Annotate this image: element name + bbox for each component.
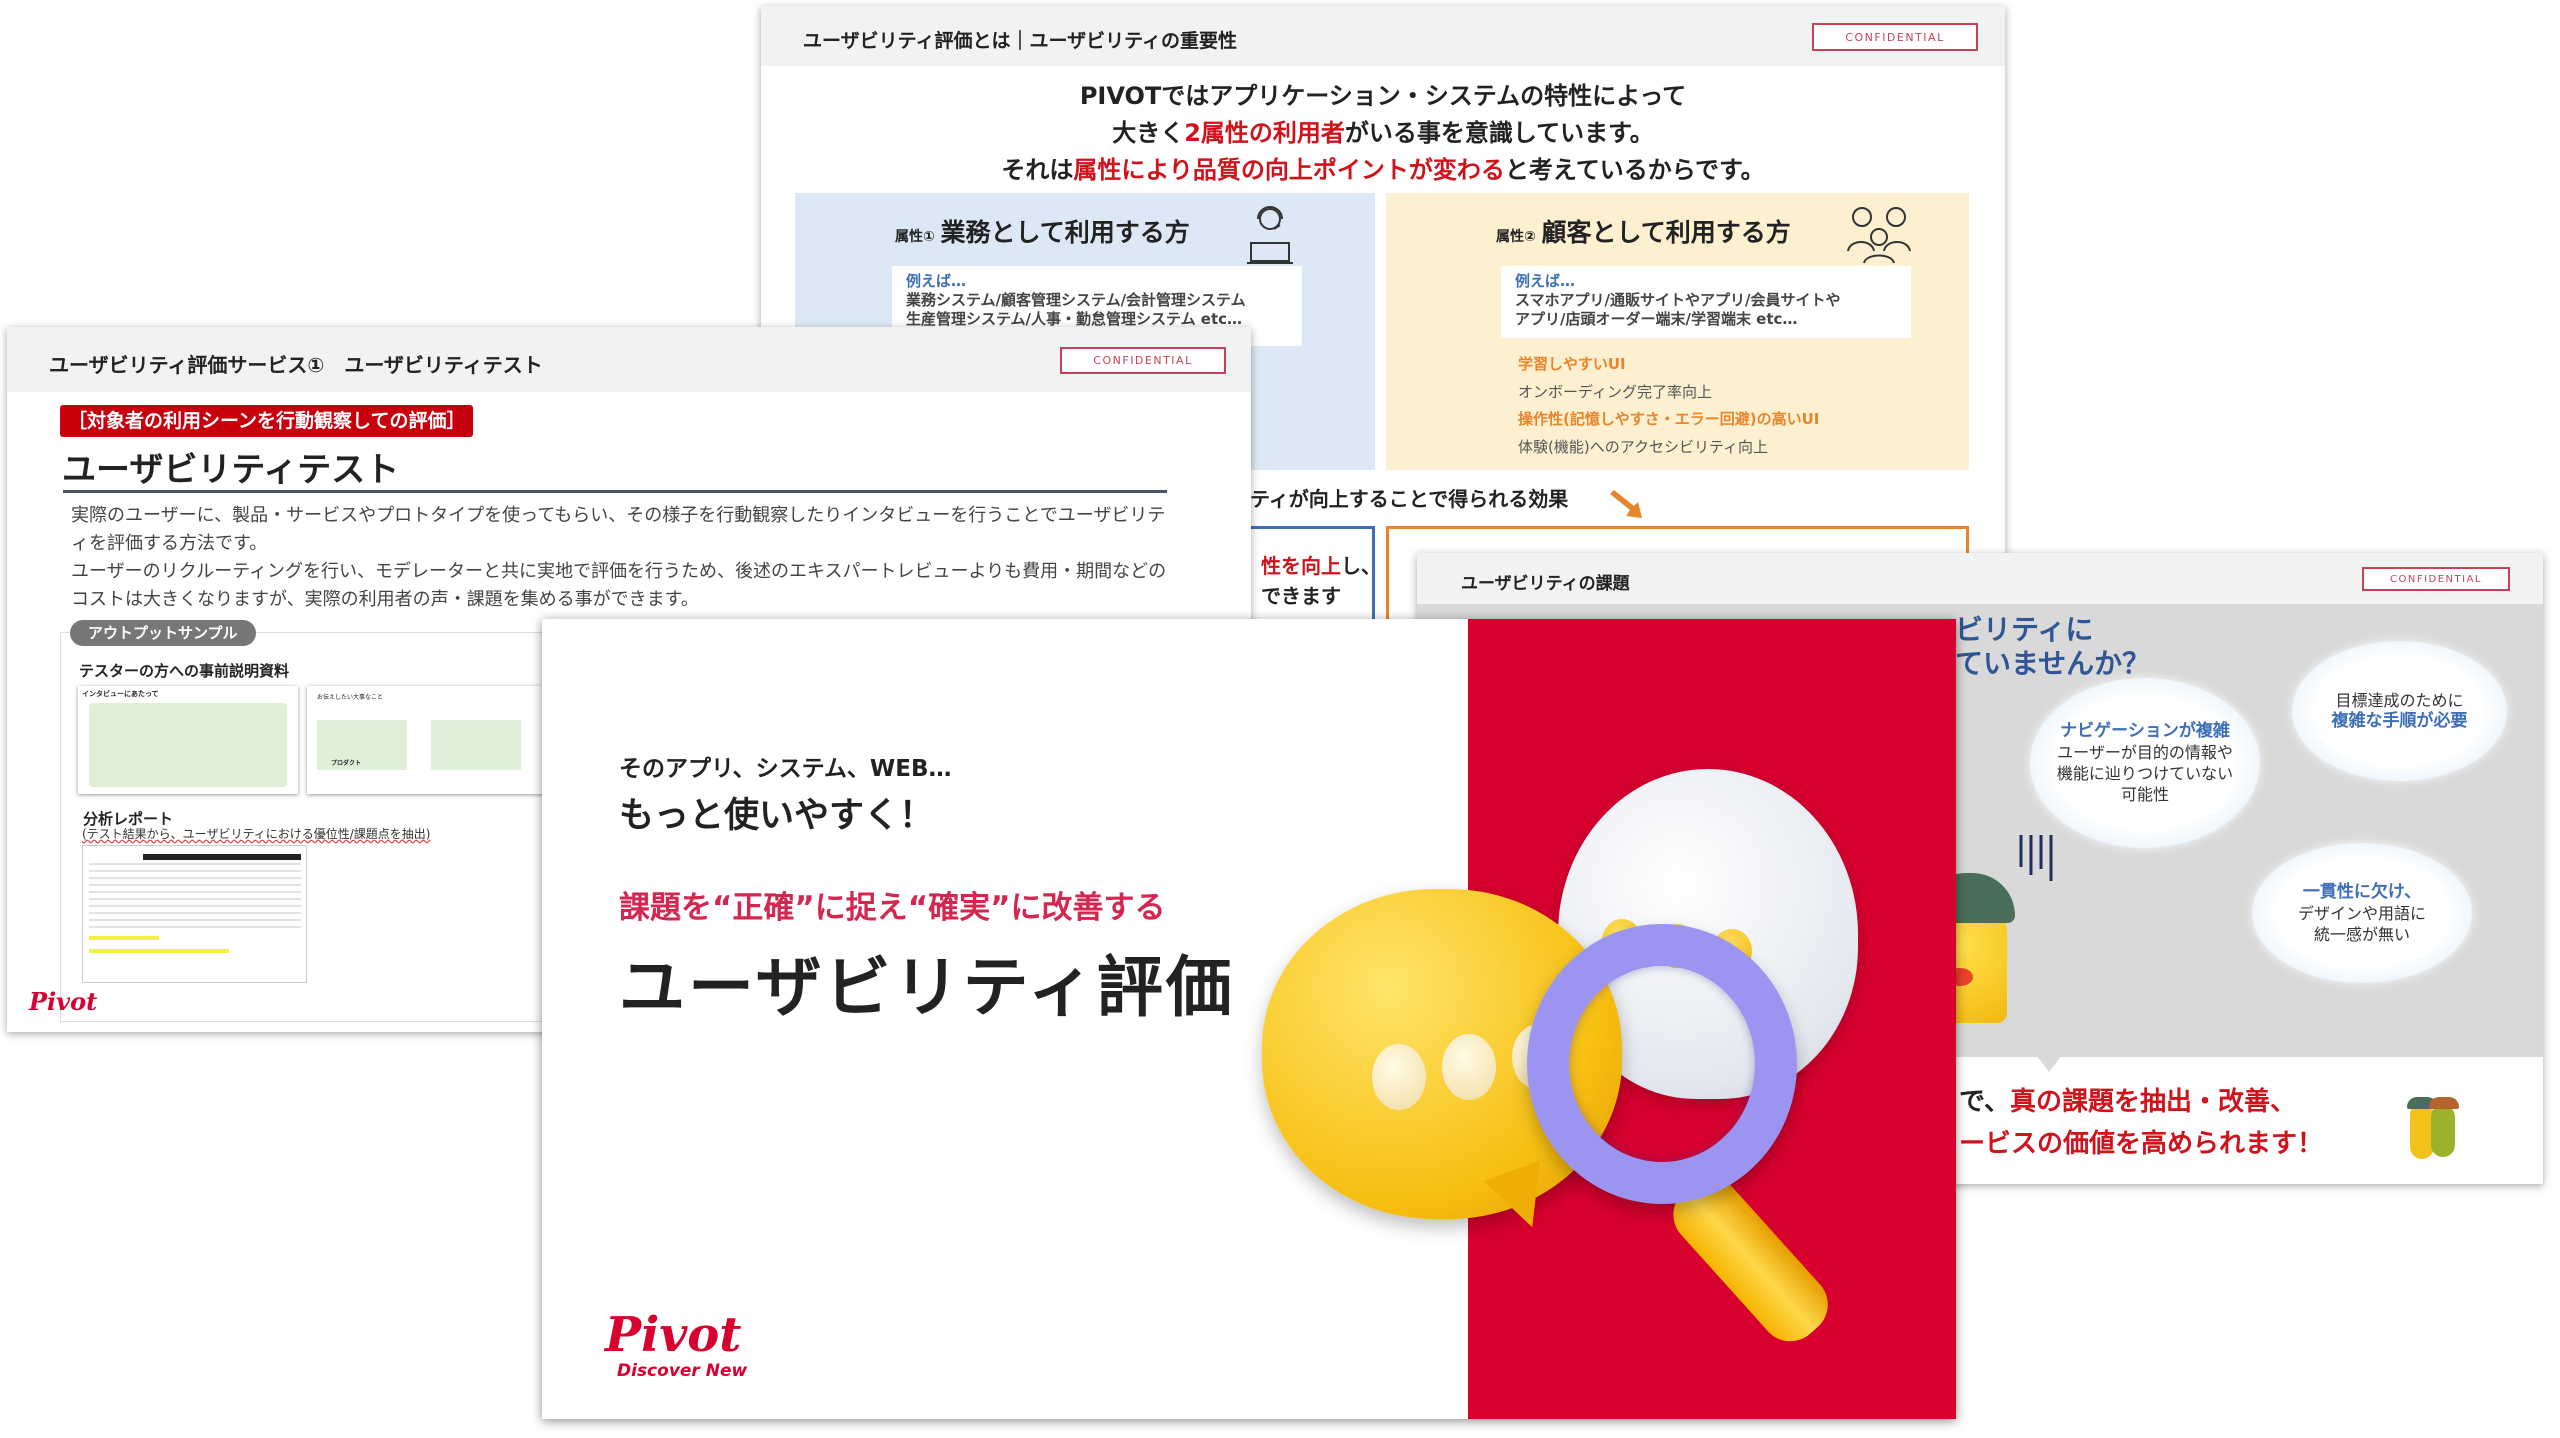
attribute-2-points: 学習しやすいUI オンボーディング完了率向上 操作性(記憶しやすさ・エラー回避)… xyxy=(1518,351,1819,461)
headline-line-3: それは属性により品質の向上ポイントが変わると考えているからです。 xyxy=(761,152,2005,189)
thumbnail-title: お伝えしたい大事なこと xyxy=(317,694,384,701)
text: それは xyxy=(1001,156,1074,184)
magnifier-icon xyxy=(1527,924,1797,1204)
example-label: 例えば… xyxy=(1515,272,1576,290)
description-para: 実際のユーザーに、製品・サービスやプロトタイプを使ってもらい、その様子を行動観察… xyxy=(71,505,1166,554)
text: と考えているからです。 xyxy=(1504,156,1765,184)
attribute-2-panel: 属性② 顧客として利用する方 例えば… スマホアプリ/通販サイトやアプリ/会員サ… xyxy=(1386,193,1969,470)
description-para: ユーザーのリクルーティングを行い、モデレーターと共に実地で評価を行うため、後述の… xyxy=(71,561,1167,610)
report-thumbnail xyxy=(82,845,307,983)
issue-cloud-consistency: 一貫性に欠け、 デザインや用語に 統一感が無い xyxy=(2252,843,2472,983)
report-table-header xyxy=(143,854,301,860)
attribute-1-heading: 属性① 業務として利用する方 xyxy=(895,213,1190,249)
yellow-bubble-dot xyxy=(1442,1034,1496,1100)
logo-wordmark: Pivot xyxy=(605,1307,742,1363)
point-title: 操作性(記憶しやすさ・エラー回避)の高いUI xyxy=(1518,410,1820,428)
thumbnail-interview: インタビューにあたって xyxy=(78,686,298,794)
point-title: 学習しやすいUI xyxy=(1518,355,1626,373)
text: がいる事を意識しています。 xyxy=(1344,119,1654,147)
text: し、 xyxy=(1341,554,1381,578)
cloud-text: デザインや用語に xyxy=(2297,903,2426,923)
cover-title: ユーザビリティ評価 xyxy=(619,949,1235,1026)
attribute-title: 顧客として利用する方 xyxy=(1541,218,1791,247)
yellow-bubble-dot xyxy=(1372,1044,1426,1110)
sample-title: テスターの方への事前説明資料 xyxy=(79,662,290,680)
question-text: ビリティに ていませんか？ xyxy=(1955,613,2150,681)
thumbnail-content xyxy=(431,720,521,770)
output-sample-badge: アウトプットサンプル xyxy=(70,620,256,646)
cloud-highlight: 一貫性に欠け、 xyxy=(2302,881,2422,902)
cover-lead-2: もっと使いやすく！ xyxy=(619,796,935,836)
point-desc: オンボーディング完了率向上 xyxy=(1518,382,1712,401)
effect-box-text: 性を向上し、 できます xyxy=(1261,551,1381,611)
thumbnail-content xyxy=(89,703,287,787)
slide-title: ユーザビリティテスト xyxy=(62,450,400,490)
effect-heading: ティが向上することで得られる効果 xyxy=(1250,487,1569,511)
confidential-badge: CONFIDENTIAL xyxy=(1060,347,1226,374)
cloud-text: 目標達成のために xyxy=(2335,691,2464,710)
question-line: ビリティに xyxy=(1955,613,2094,646)
headline-line-2: 大きく2属性の利用者がいる事を意識しています。 xyxy=(761,115,2005,152)
pivot-logo: Pivot Discover New xyxy=(605,1309,747,1381)
thumbnail-important: お伝えしたい大事なこと プロダクト xyxy=(307,686,547,794)
arrow-down-right-icon xyxy=(1610,490,1642,518)
slide-header-title: ユーザビリティ評価とは｜ユーザビリティの重要性 xyxy=(803,30,1237,52)
text: で、 xyxy=(1959,1087,2010,1117)
report-highlight xyxy=(89,936,159,940)
issue-cloud-complex-steps: 目標達成のために 複雑な手順が必要 xyxy=(2292,641,2507,781)
example-line: スマホアプリ/通販サイトやアプリ/会員サイトや xyxy=(1515,291,1841,309)
speech-pointer xyxy=(2037,1056,2061,1072)
attribute-prefix: 属性① xyxy=(895,229,935,245)
characters-duo-illustration xyxy=(2405,1093,2465,1163)
confidential-badge: CONFIDENTIAL xyxy=(2362,567,2510,591)
point-desc: 体験(機能)へのアクセシビリティ向上 xyxy=(1518,437,1769,456)
thumbnail-label: プロダクト xyxy=(331,760,362,767)
highlight: 属性により品質の向上ポイントが変わる xyxy=(1073,156,1505,184)
example-line: アプリ/店頭オーダー端末/学習端末 etc… xyxy=(1515,310,1798,328)
cover-lead-1: そのアプリ、システム、WEB… xyxy=(619,756,952,782)
thumbnail-title: インタビューにあたって xyxy=(82,690,159,698)
highlight: 真の課題を抽出・改善、 xyxy=(2009,1087,2296,1117)
highlight: 2属性の利用者 xyxy=(1184,119,1345,147)
pivot-logo: Pivot xyxy=(29,987,98,1016)
cloud-text: ユーザーが目的の情報や xyxy=(2057,743,2233,762)
text: 大きく xyxy=(1112,119,1185,147)
text: できます xyxy=(1261,584,1341,608)
operator-headset-icon xyxy=(1247,206,1293,264)
cloud-text: 可能性 xyxy=(2120,785,2169,804)
slide-header-title: ユーザビリティ評価サービス① ユーザビリティテスト xyxy=(49,353,543,377)
cloud-text: 機能に辿りつけていない xyxy=(2056,764,2234,783)
shock-lines-icon xyxy=(2019,835,2053,881)
slide-header-title: ユーザビリティの課題 xyxy=(1461,574,1630,594)
highlight: 性を向上 xyxy=(1261,554,1341,578)
attribute-2-heading: 属性② 顧客として利用する方 xyxy=(1496,213,1791,249)
description: 実際のユーザーに、製品・サービスやプロトタイプを使ってもらい、その様子を行動観察… xyxy=(71,502,1171,614)
report-table xyxy=(89,858,301,928)
title-rule xyxy=(63,490,1167,493)
confidential-badge: CONFIDENTIAL xyxy=(1812,23,1978,51)
issue-cloud-navigation: ナビゲーションが複雑 ユーザーが目的の情報や 機能に辿りつけていない 可能性 xyxy=(2030,678,2260,848)
attribute-prefix: 属性② xyxy=(1496,229,1536,245)
example-label: 例えば… xyxy=(906,272,967,290)
report-highlight xyxy=(89,949,229,953)
cloud-highlight: ナビゲーションが複雑 xyxy=(2060,721,2230,741)
highlight: ービスの価値を高められます！ xyxy=(1959,1129,2324,1159)
headline: PIVOTではアプリケーション・システムの特性によって 大きく2属性の利用者がい… xyxy=(761,78,2005,189)
conclusion-text: で、真の課題を抽出・改善、 ービスの価値を高められます！ xyxy=(1959,1081,2323,1165)
cloud-highlight: 複雑な手順が必要 xyxy=(2331,711,2468,731)
cover-subtitle: 課題を“正確”に捉え“確実”に改善する xyxy=(619,890,1166,926)
cloud-text: 統一感が無い xyxy=(2313,924,2410,944)
chat-magnifier-illustration xyxy=(1262,769,1882,1419)
logo-tagline: Discover New xyxy=(617,1361,748,1381)
headline-line-1: PIVOTではアプリケーション・システムの特性によって xyxy=(1079,82,1687,110)
example-line: 業務システム/顧客管理システム/会計管理システム xyxy=(906,291,1246,309)
customers-icon xyxy=(1847,207,1911,264)
question-line: ていませんか？ xyxy=(1955,647,2151,680)
report-subtitle: (テスト結果から、ユーザビリティにおける優位性/課題点を抽出) xyxy=(82,827,431,841)
attribute-2-examples: 例えば… スマホアプリ/通販サイトやアプリ/会員サイトや アプリ/店頭オーダー端… xyxy=(1501,266,1911,338)
slide-cover[interactable]: そのアプリ、システム、WEB… もっと使いやすく！ 課題を“正確”に捉え“確実”… xyxy=(542,619,1956,1419)
attribute-title: 業務として利用する方 xyxy=(940,218,1190,247)
scene-tag: ［対象者の利用シーンを行動観察しての評価］ xyxy=(60,405,474,437)
